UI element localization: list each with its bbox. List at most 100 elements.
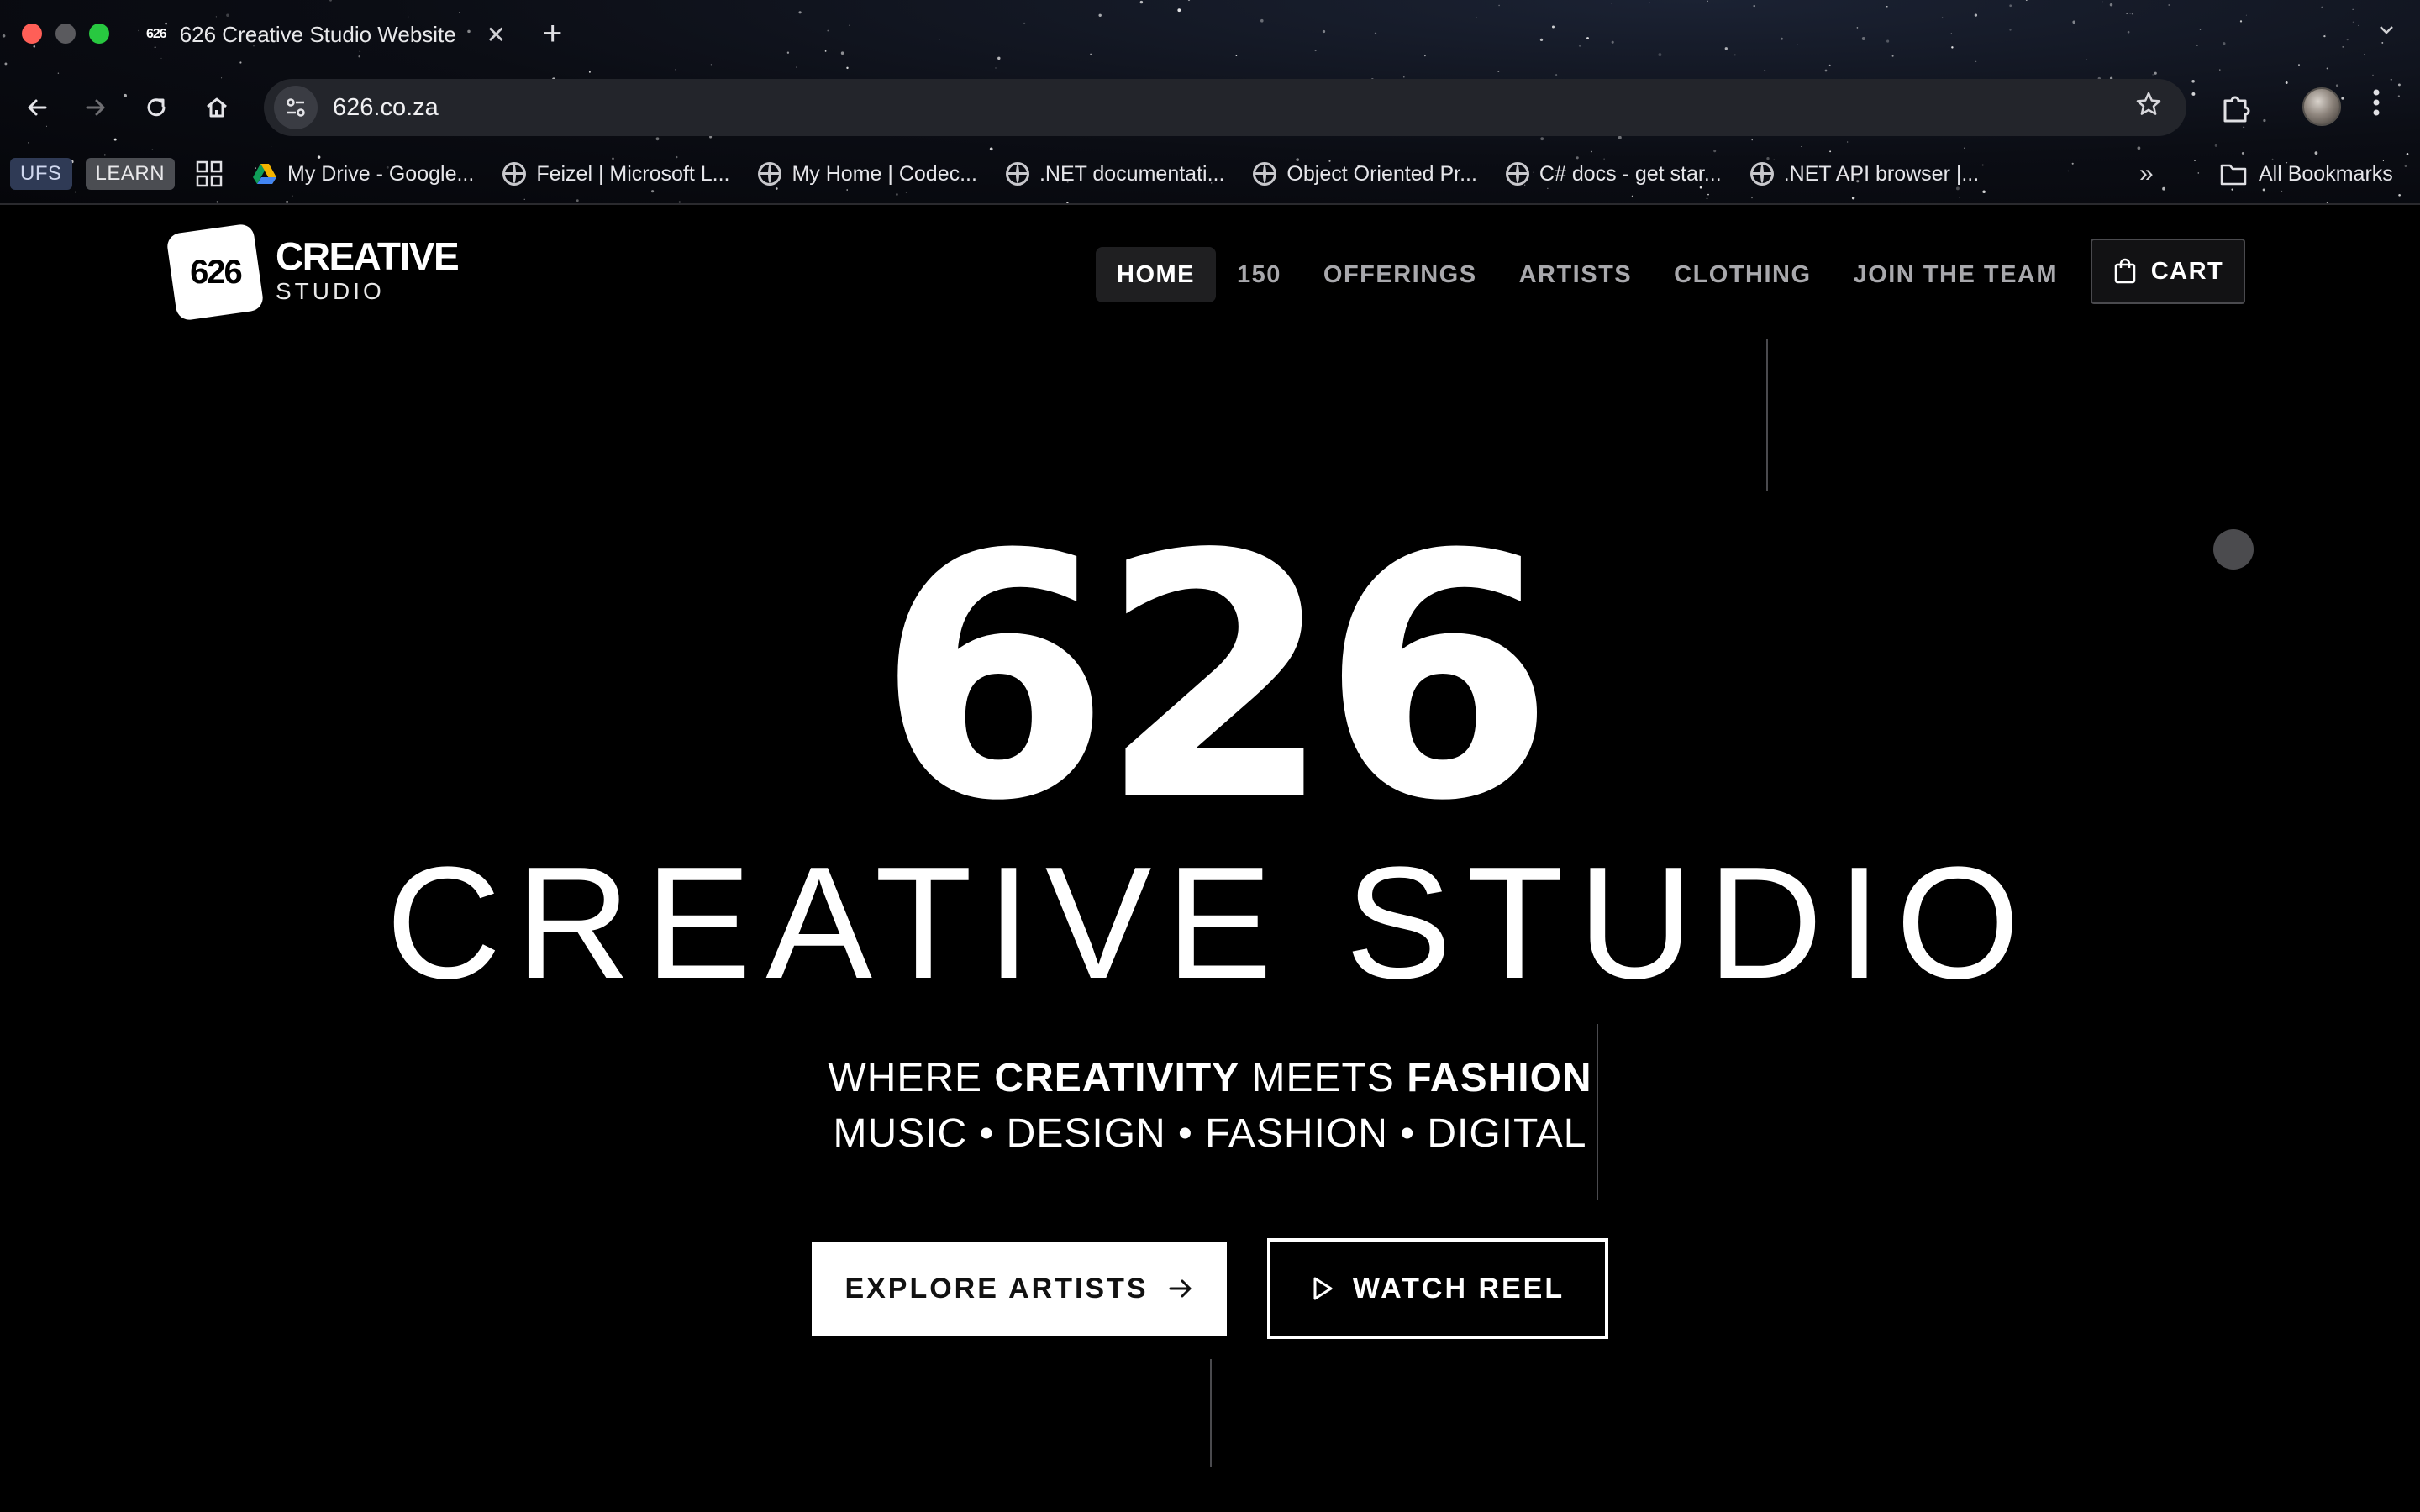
star-dot [1753,4,1755,8]
bookmark-item[interactable]: .NET documentati... [1005,161,1225,186]
star-dot [2321,6,2323,8]
star-dot [1611,40,1614,44]
new-tab-button[interactable]: + [543,15,562,52]
bookmark-label: My Drive - Google... [287,161,475,186]
bookmark-item[interactable]: Object Oriented Pr... [1253,162,1477,186]
star-dot [1975,60,1977,62]
browser-tab-active[interactable]: 626 626 Creative Studio Website ✕ [134,10,518,59]
star-dot [1322,29,1326,34]
globe-icon [1749,162,1774,186]
bookmark-label: .NET documentati... [1039,161,1225,186]
hero-disciplines: MUSIC • DESIGN • FASHION • DIGITAL [833,1111,1587,1156]
star-dot [1497,71,1500,73]
star-dot [1187,0,1191,2]
star-dot [2127,30,2130,34]
star-dot [1424,55,1426,57]
nav-join-the-team[interactable]: JOIN THE TEAM [1833,247,2079,302]
watch-reel-button[interactable]: WATCH REEL [1267,1238,1608,1339]
logo-badge[interactable]: 626 [166,223,265,322]
home-button[interactable] [198,89,235,126]
bookmark-item[interactable]: C# docs - get star... [1505,162,1722,186]
browser-chrome: 626 626 Creative Studio Website ✕ + 626.… [0,0,2420,205]
star-dot [2129,13,2131,14]
star-dot [849,24,850,26]
url-text[interactable]: 626.co.za [333,94,2134,122]
star-dot [1023,22,1026,25]
all-bookmarks-button[interactable]: All Bookmarks [2220,162,2393,186]
bookmark-star-icon[interactable] [2134,90,2163,126]
bookmark-item[interactable]: My Home | Codec... [758,161,977,186]
globe-icon [1005,162,1029,186]
star-dot [2346,39,2349,41]
reload-button[interactable] [138,89,175,126]
star-dot [2025,0,2028,1]
star-dot [329,0,332,2]
star-dot [2072,20,2076,24]
back-button[interactable] [18,89,55,126]
star-dot [997,56,1001,60]
decorative-line [1766,339,1768,491]
star-dot [1090,53,1092,55]
bookmark-chip-ufs[interactable]: UFS [10,158,72,190]
bookmark-chip-learn[interactable]: LEARN [85,158,176,190]
star-dot [1260,18,1264,23]
site-settings-icon[interactable] [274,86,318,129]
nav-home[interactable]: HOME [1096,247,1216,302]
star-dot [2199,29,2202,30]
profile-avatar[interactable] [2302,87,2341,126]
extensions-puzzle-icon[interactable] [2218,91,2254,126]
star-dot [4,62,8,66]
browser-menu-icon[interactable] [2371,86,2381,127]
logo-badge-text: 626 [189,253,241,291]
bookmark-label: Object Oriented Pr... [1286,161,1477,186]
star-dot [827,29,829,32]
arrow-right-icon [1169,1279,1192,1298]
folder-icon [2220,164,2247,186]
decorative-line [1210,1359,1212,1467]
star-dot [1851,197,1855,200]
nav-150[interactable]: 150 [1216,247,1302,302]
bookmark-item[interactable]: Feizel | Microsoft L... [502,162,729,186]
apps-grid-icon[interactable] [195,160,224,188]
explore-artists-button[interactable]: EXPLORE ARTISTS [812,1242,1227,1336]
star-dot [939,39,940,40]
star-dot [2009,4,2012,8]
star-dot [1861,37,1865,40]
bookmark-item[interactable]: My Drive - Google... [252,162,474,186]
tab-close-icon[interactable]: ✕ [487,21,506,49]
google-drive-icon [253,164,277,184]
star-dot [1941,17,1944,18]
logo-studio: STUDIO [276,278,385,304]
nav-artists[interactable]: ARTISTS [1498,247,1654,302]
maximize-window-button[interactable] [89,24,109,44]
close-window-button[interactable] [22,24,42,44]
browser-toolbar: 626.co.za [0,74,2420,141]
tagline-part: MEETS [1239,1056,1407,1100]
star-dot [786,51,790,54]
star-dot [1578,45,1581,47]
star-dot [1856,27,1859,29]
address-bar[interactable]: 626.co.za [264,79,2186,136]
star-dot [33,45,36,48]
globe-icon [1505,162,1529,186]
bookmarks-overflow-button[interactable]: » [2139,160,2154,188]
tab-search-chevron-icon[interactable] [2376,18,2396,45]
nav-offerings[interactable]: OFFERINGS [1302,247,1498,302]
star-dot [2326,67,2328,70]
tagline-emphasis: CREATIVITY [994,1056,1240,1100]
star-dot [1707,0,1708,2]
star-dot [1551,25,1555,29]
logo-wordmark[interactable]: CREATIVE STUDIO [276,235,460,306]
watch-reel-label: WATCH REEL [1352,1272,1565,1305]
star-dot [28,142,29,144]
star-dot [2168,4,2170,6]
star-dot [2009,29,2012,31]
minimize-window-button[interactable] [55,24,76,44]
star-dot [2298,64,2300,66]
cart-button[interactable]: CART [2091,239,2245,304]
star-dot [151,149,154,150]
bookmark-item[interactable]: .NET API browser |... [1749,162,1979,186]
bookmark-label: My Home | Codec... [792,161,977,186]
forward-button[interactable] [77,89,114,126]
nav-clothing[interactable]: CLOTHING [1653,247,1832,302]
